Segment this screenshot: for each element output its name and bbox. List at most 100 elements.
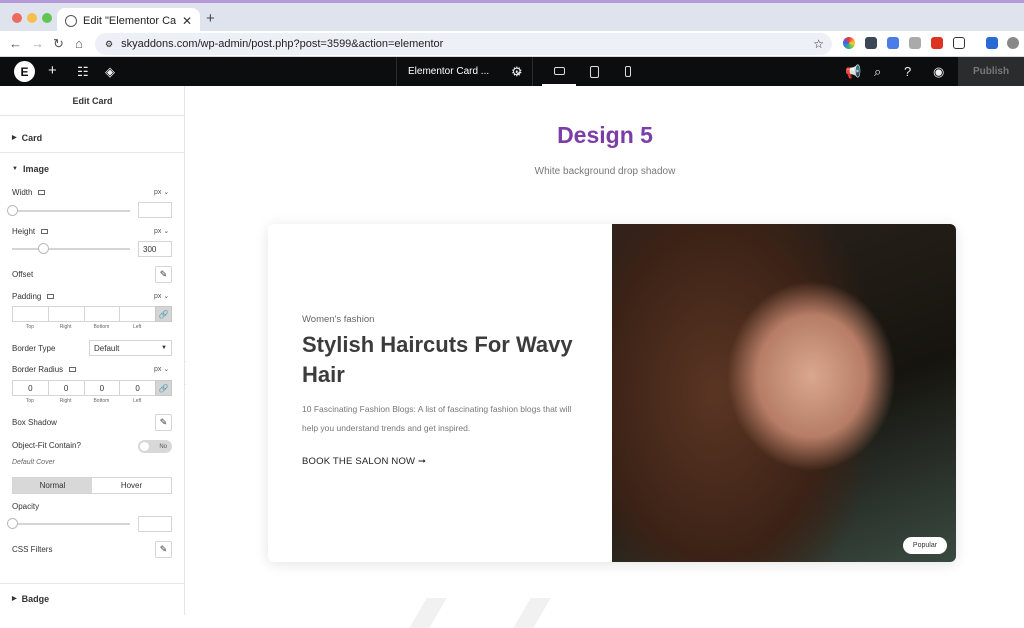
mobile-view-button[interactable] — [611, 57, 645, 86]
help-icon[interactable]: ? — [904, 64, 911, 79]
tablet-view-button[interactable] — [577, 57, 611, 86]
desktop-view-button[interactable] — [542, 57, 576, 86]
padding-right-input[interactable] — [47, 306, 84, 322]
card-widget[interactable]: Women's fashion Stylish Haircuts For Wav… — [268, 224, 956, 562]
design-subheading: White background drop shadow — [534, 166, 676, 177]
responsive-desktop-icon[interactable] — [38, 190, 46, 196]
side-label-right: Right — [59, 324, 72, 330]
tab-normal[interactable]: Normal — [13, 478, 92, 493]
card-cta-link[interactable]: BOOK THE SALON NOW ➞ — [302, 456, 426, 467]
border-radius-label: Border Radius — [12, 365, 77, 374]
width-label: Width — [12, 188, 46, 197]
site-settings-sliders-icon[interactable]: ☷ — [77, 64, 89, 80]
address-bar-row: ← → ↻ ⌂ ⚙ skyaddons.com/wp-admin/post.ph… — [0, 31, 1024, 57]
side-label-top: Top — [25, 398, 34, 404]
object-fit-toggle[interactable]: No — [138, 440, 172, 453]
profile-avatar[interactable] — [1007, 37, 1019, 49]
card-category: Women's fashion — [302, 314, 375, 325]
pencil-icon: ✎ — [159, 269, 168, 279]
url-text: skyaddons.com/wp-admin/post.php?post=359… — [121, 38, 444, 50]
padding-top-input[interactable] — [12, 306, 48, 322]
width-unit-select[interactable]: px ⌄ — [154, 188, 169, 196]
download-icon[interactable] — [986, 37, 998, 49]
browser-tab-bar: Edit "Elementor Card Widget" ✕ + — [0, 0, 1024, 34]
padding-label: Padding — [12, 292, 55, 301]
padding-unit-select[interactable]: px ⌄ — [154, 292, 169, 300]
height-input[interactable]: 300 — [138, 241, 172, 257]
height-slider-handle[interactable] — [38, 243, 49, 254]
section-badge[interactable]: ▶ Badge — [0, 583, 185, 613]
card-title[interactable]: Stylish Haircuts For Wavy Hair — [302, 330, 582, 390]
padding-left-input[interactable] — [119, 306, 155, 322]
panel-title: Edit Card — [0, 86, 185, 116]
pencil-icon: ✎ — [159, 417, 168, 427]
radius-right-input[interactable]: 0 — [47, 380, 84, 396]
url-input[interactable]: ⚙ skyaddons.com/wp-admin/post.php?post=3… — [95, 33, 832, 55]
responsive-desktop-icon[interactable] — [69, 367, 77, 373]
object-fit-note: Default Cover — [12, 459, 55, 466]
new-tab-icon[interactable]: + — [206, 10, 215, 27]
notifications-megaphone-icon[interactable]: 📢 — [845, 64, 861, 80]
extension-image-icon[interactable] — [909, 37, 921, 49]
close-window-button[interactable] — [12, 13, 22, 23]
side-label-bottom: Bottom — [93, 398, 110, 404]
box-shadow-label: Box Shadow — [12, 418, 57, 427]
css-filters-edit-button[interactable]: ✎ — [155, 541, 172, 558]
responsive-desktop-icon[interactable] — [41, 229, 49, 235]
width-slider-handle[interactable] — [7, 205, 18, 216]
radius-bottom-input[interactable]: 0 — [83, 380, 120, 396]
minimize-window-button[interactable] — [27, 13, 37, 23]
opacity-slider-handle[interactable] — [7, 518, 18, 529]
side-label-left: Left — [132, 398, 142, 404]
back-icon[interactable]: ← — [9, 36, 22, 51]
section-image[interactable]: ▼ Image — [0, 154, 185, 184]
maximize-window-button[interactable] — [42, 13, 52, 23]
elementor-top-bar: E + ☷ ◈ Elementor Card ... ⌄ ⚙ 📢 ⌕ ? ◉ P… — [0, 57, 1024, 86]
height-slider[interactable] — [12, 243, 130, 254]
forward-icon[interactable]: → — [31, 36, 44, 51]
radius-top-input[interactable]: 0 — [12, 380, 48, 396]
design-heading: Design 5 — [557, 122, 653, 148]
width-slider[interactable] — [7, 205, 130, 216]
padding-bottom-input[interactable] — [83, 306, 120, 322]
offset-edit-button[interactable]: ✎ — [155, 266, 172, 283]
extension-shield-icon[interactable] — [865, 37, 877, 49]
preview-canvas: Design 5 White background drop shadow Wo… — [186, 86, 1024, 628]
search-icon[interactable]: ⌕ — [874, 64, 881, 80]
structure-layers-icon[interactable]: ◈ — [105, 64, 115, 80]
preview-eye-icon[interactable]: ◉ — [933, 64, 944, 80]
radius-left-input[interactable]: 0 — [119, 380, 155, 396]
caret-right-icon: ▶ — [12, 596, 17, 602]
width-input[interactable] — [138, 202, 172, 218]
close-tab-icon[interactable]: ✕ — [182, 14, 192, 28]
extensions-puzzle-icon[interactable] — [953, 37, 965, 49]
tablet-icon — [589, 65, 599, 78]
object-fit-label: Object-Fit Contain? — [12, 441, 81, 450]
pencil-icon: ✎ — [159, 544, 168, 554]
site-settings-icon[interactable]: ⚙ — [105, 39, 113, 50]
side-label-left: Left — [132, 324, 142, 330]
extension-color-icon[interactable] — [843, 37, 855, 49]
box-shadow-edit-button[interactable]: ✎ — [155, 414, 172, 431]
add-element-icon[interactable]: + — [48, 62, 57, 79]
bookmark-star-icon[interactable]: ☆ — [813, 37, 824, 51]
page-settings-gear-icon[interactable]: ⚙ — [511, 64, 523, 80]
border-type-select[interactable]: Default ▼ — [89, 340, 172, 356]
reload-icon[interactable]: ↻ — [53, 36, 64, 52]
tab-hover[interactable]: Hover — [92, 478, 171, 493]
publish-button[interactable]: Publish — [958, 57, 1024, 86]
opacity-input[interactable] — [138, 516, 172, 532]
border-radius-unit-select[interactable]: px ⌄ — [154, 365, 169, 373]
caret-right-icon: ▶ — [12, 135, 17, 141]
side-label-top: Top — [25, 324, 34, 330]
home-icon[interactable]: ⌂ — [75, 36, 83, 51]
link-values-icon[interactable]: 🔗 — [155, 306, 172, 322]
section-card[interactable]: ▶ Card — [0, 123, 185, 153]
opacity-slider[interactable] — [7, 518, 130, 529]
link-values-icon[interactable]: 🔗 — [155, 380, 172, 396]
height-unit-select[interactable]: px ⌄ — [154, 227, 169, 235]
responsive-desktop-icon[interactable] — [47, 294, 55, 300]
elementor-logo-icon[interactable]: E — [14, 61, 35, 82]
extension-translate-icon[interactable] — [887, 37, 899, 49]
extension-v-icon[interactable] — [931, 37, 943, 49]
